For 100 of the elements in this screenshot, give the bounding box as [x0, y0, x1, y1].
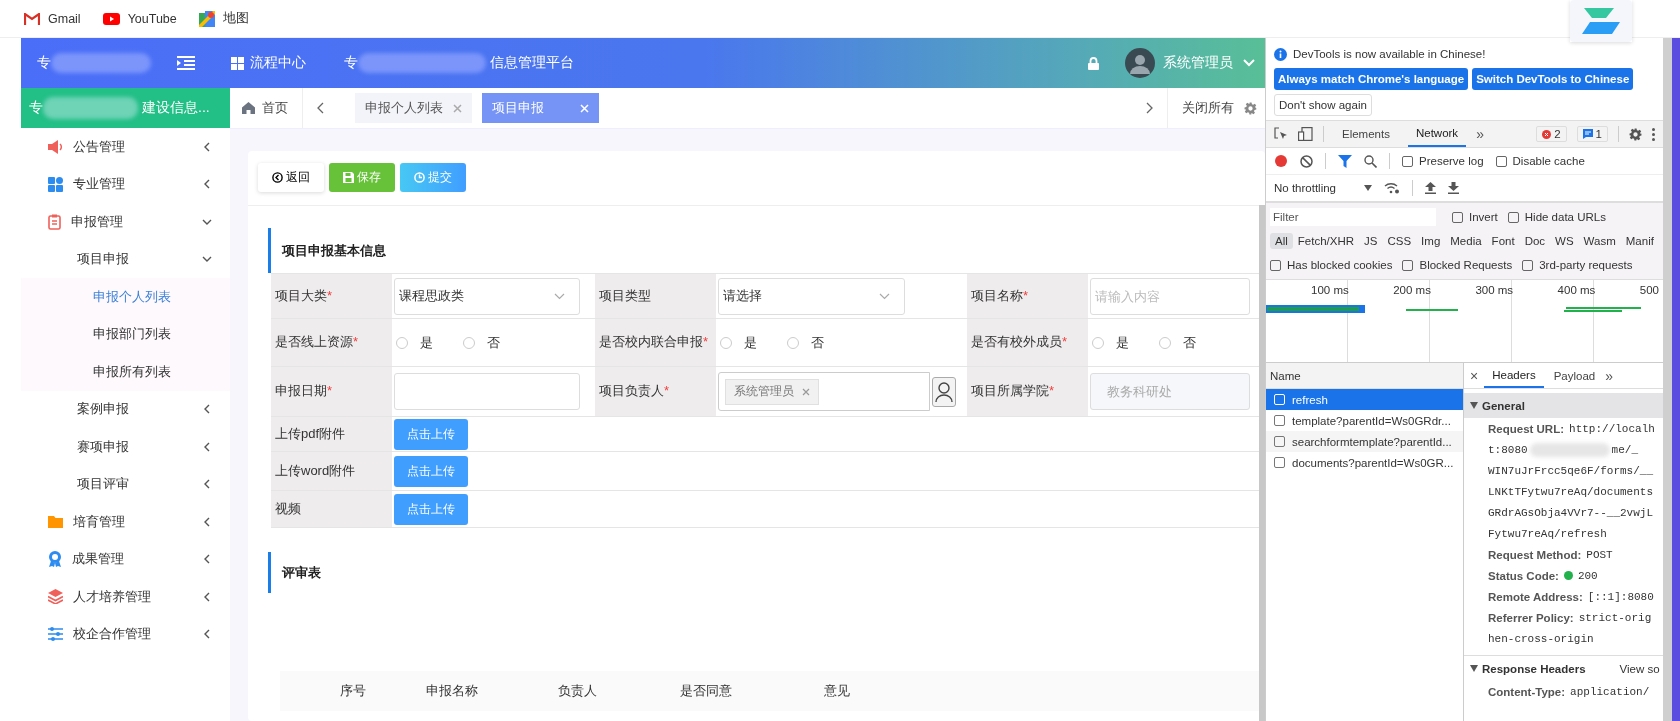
tag-input-field[interactable]: 系统管理员 — [718, 372, 930, 411]
bookmark[interactable]: Gmail — [24, 11, 81, 26]
filter-icon[interactable] — [1338, 154, 1352, 168]
language-button[interactable]: Switch DevTools to Chinese — [1472, 68, 1634, 90]
detail-tab[interactable]: Headers — [1484, 363, 1544, 388]
radio-option[interactable]: 否 — [463, 333, 500, 352]
sidebar-item[interactable]: 校企合作管理 — [21, 615, 230, 653]
sidebar-item[interactable]: 申报所有列表 — [21, 353, 230, 391]
search-icon[interactable] — [1364, 154, 1377, 168]
user-picker-button[interactable] — [932, 376, 956, 407]
sidebar-item[interactable]: 项目评审 — [21, 465, 230, 503]
sidebar-item[interactable]: 申报管理 — [21, 203, 230, 241]
detail-tab[interactable]: Payload — [1545, 363, 1604, 388]
device-icon[interactable] — [1298, 127, 1313, 141]
field-label: 项目负责人* — [595, 367, 716, 416]
bookmark[interactable]: YouTube — [102, 11, 177, 26]
radio-option[interactable]: 是 — [720, 333, 757, 352]
settings-icon[interactable] — [1629, 127, 1642, 141]
sidebar-item[interactable]: 公告管理 — [21, 128, 230, 166]
checkbox-option[interactable]: Has blocked cookies — [1270, 259, 1393, 271]
checkbox-option[interactable]: Invert — [1452, 211, 1498, 223]
request-row[interactable]: refresh — [1266, 389, 1463, 410]
checkbox-option[interactable]: 3rd-party requests — [1522, 259, 1633, 271]
input-field[interactable] — [394, 373, 580, 410]
radio-option[interactable]: 是 — [1092, 333, 1129, 352]
throttling-dropdown[interactable]: No throttling — [1274, 182, 1336, 194]
site-title: 专 — [37, 54, 51, 72]
type-filter[interactable]: All — [1270, 233, 1293, 249]
more-tabs[interactable]: » — [1476, 126, 1484, 142]
sidebar-item[interactable]: 案例申报 — [21, 390, 230, 428]
avatar-icon[interactable] — [1125, 48, 1155, 78]
devtools-tab[interactable]: Network — [1407, 121, 1467, 147]
message-count[interactable]: 1 — [1576, 126, 1608, 142]
checkbox-option[interactable]: Preserve log — [1402, 155, 1484, 167]
type-filter[interactable]: Fetch/XHR — [1292, 233, 1360, 249]
sidebar-item[interactable]: 人才培养管理 — [21, 578, 230, 616]
checkbox-option[interactable]: Hide data URLs — [1507, 211, 1606, 223]
section-header[interactable]: General — [1464, 393, 1663, 418]
chevron-down-icon — [879, 292, 890, 300]
language-button[interactable]: Always match Chrome's language — [1274, 68, 1469, 90]
request-row[interactable]: documents?parentId=Ws0GR... — [1266, 452, 1463, 473]
download-icon[interactable] — [1448, 182, 1459, 194]
close-icon[interactable]: × — [1470, 367, 1479, 384]
sidebar-item[interactable]: 申报部门列表 — [21, 315, 230, 353]
clear-icon[interactable] — [1300, 154, 1313, 168]
type-filter[interactable]: Img — [1416, 233, 1446, 249]
checkbox-option[interactable]: Blocked Requests — [1402, 259, 1513, 271]
close-all-button[interactable]: 关闭所有 — [1167, 88, 1244, 128]
menu-fold-icon[interactable] — [177, 56, 195, 70]
back-button[interactable]: 返回 — [258, 163, 324, 192]
radio-option[interactable]: 否 — [787, 333, 824, 352]
header-value: WIN7uJrFrcc5qe6F/forms/__ — [1488, 464, 1654, 477]
bookmark[interactable]: 地图 — [198, 10, 249, 27]
type-filter[interactable]: Wasm — [1578, 233, 1621, 249]
filter-field[interactable]: Filter — [1270, 208, 1436, 226]
nav-link[interactable]: 流程中心 — [250, 54, 306, 72]
radio-option[interactable]: 是 — [396, 333, 433, 352]
input-field[interactable]: 请输入内容 — [1090, 277, 1250, 315]
view-source-link[interactable]: View so — [1619, 662, 1660, 675]
upload-icon[interactable] — [1425, 182, 1436, 194]
type-filter[interactable]: Media — [1445, 233, 1487, 249]
header-name: Content-Type: — [1488, 685, 1566, 698]
inspect-icon[interactable] — [1274, 127, 1288, 141]
scrollbar[interactable] — [1259, 205, 1265, 721]
request-row[interactable]: searchformtemplate?parentId... — [1266, 431, 1463, 452]
type-filter[interactable]: Font — [1486, 233, 1520, 249]
sidebar-item[interactable]: 赛项申报 — [21, 428, 230, 466]
field-label: 是否校内联合申报* — [595, 319, 716, 366]
sidebar-item[interactable]: 专业管理 — [21, 165, 230, 203]
kebab-menu-icon[interactable] — [1652, 127, 1655, 141]
more-tabs[interactable]: » — [1605, 367, 1613, 384]
error-count[interactable]: 2 — [1536, 126, 1567, 142]
settings-icon[interactable] — [1244, 101, 1257, 115]
type-filter[interactable]: CSS — [1382, 233, 1417, 249]
caret-down-icon[interactable] — [1364, 185, 1372, 191]
sidebar-item[interactable]: 项目申报 — [21, 240, 230, 278]
play-icon — [102, 12, 120, 25]
type-filter[interactable]: Doc — [1519, 233, 1551, 249]
request-row[interactable]: template?parentId=Ws0GRdr... — [1266, 410, 1463, 431]
record-icon[interactable] — [1274, 154, 1288, 168]
sidebar-item[interactable]: 培育管理 — [21, 503, 230, 541]
chevron-right-icon[interactable] — [1145, 102, 1153, 114]
folder-icon — [48, 515, 63, 529]
type-filter[interactable]: WS — [1550, 233, 1579, 249]
sidebar-item[interactable]: 成果管理 — [21, 540, 230, 578]
dismiss-button[interactable]: Don't show again — [1274, 94, 1372, 116]
chevron-left-icon[interactable] — [317, 102, 325, 114]
logo-icon[interactable] — [1570, 0, 1632, 42]
select-field[interactable]: 请选择 — [718, 277, 905, 315]
lock-icon[interactable] — [1088, 56, 1099, 70]
checkbox-option[interactable]: Disable cache — [1495, 155, 1585, 167]
devtools-tab[interactable]: Elements — [1334, 121, 1398, 147]
wifi-settings-icon[interactable] — [1384, 182, 1400, 194]
home-tab[interactable]: 首页 — [230, 88, 303, 128]
select-field[interactable]: 课程思政类 — [394, 277, 580, 315]
type-filter[interactable]: Manif — [1620, 233, 1659, 249]
type-filter[interactable]: JS — [1359, 233, 1383, 249]
page-tab[interactable]: 申报个人列表 — [355, 93, 472, 123]
radio-option[interactable]: 否 — [1159, 333, 1196, 352]
sidebar-item[interactable]: 申报个人列表 — [21, 278, 230, 316]
